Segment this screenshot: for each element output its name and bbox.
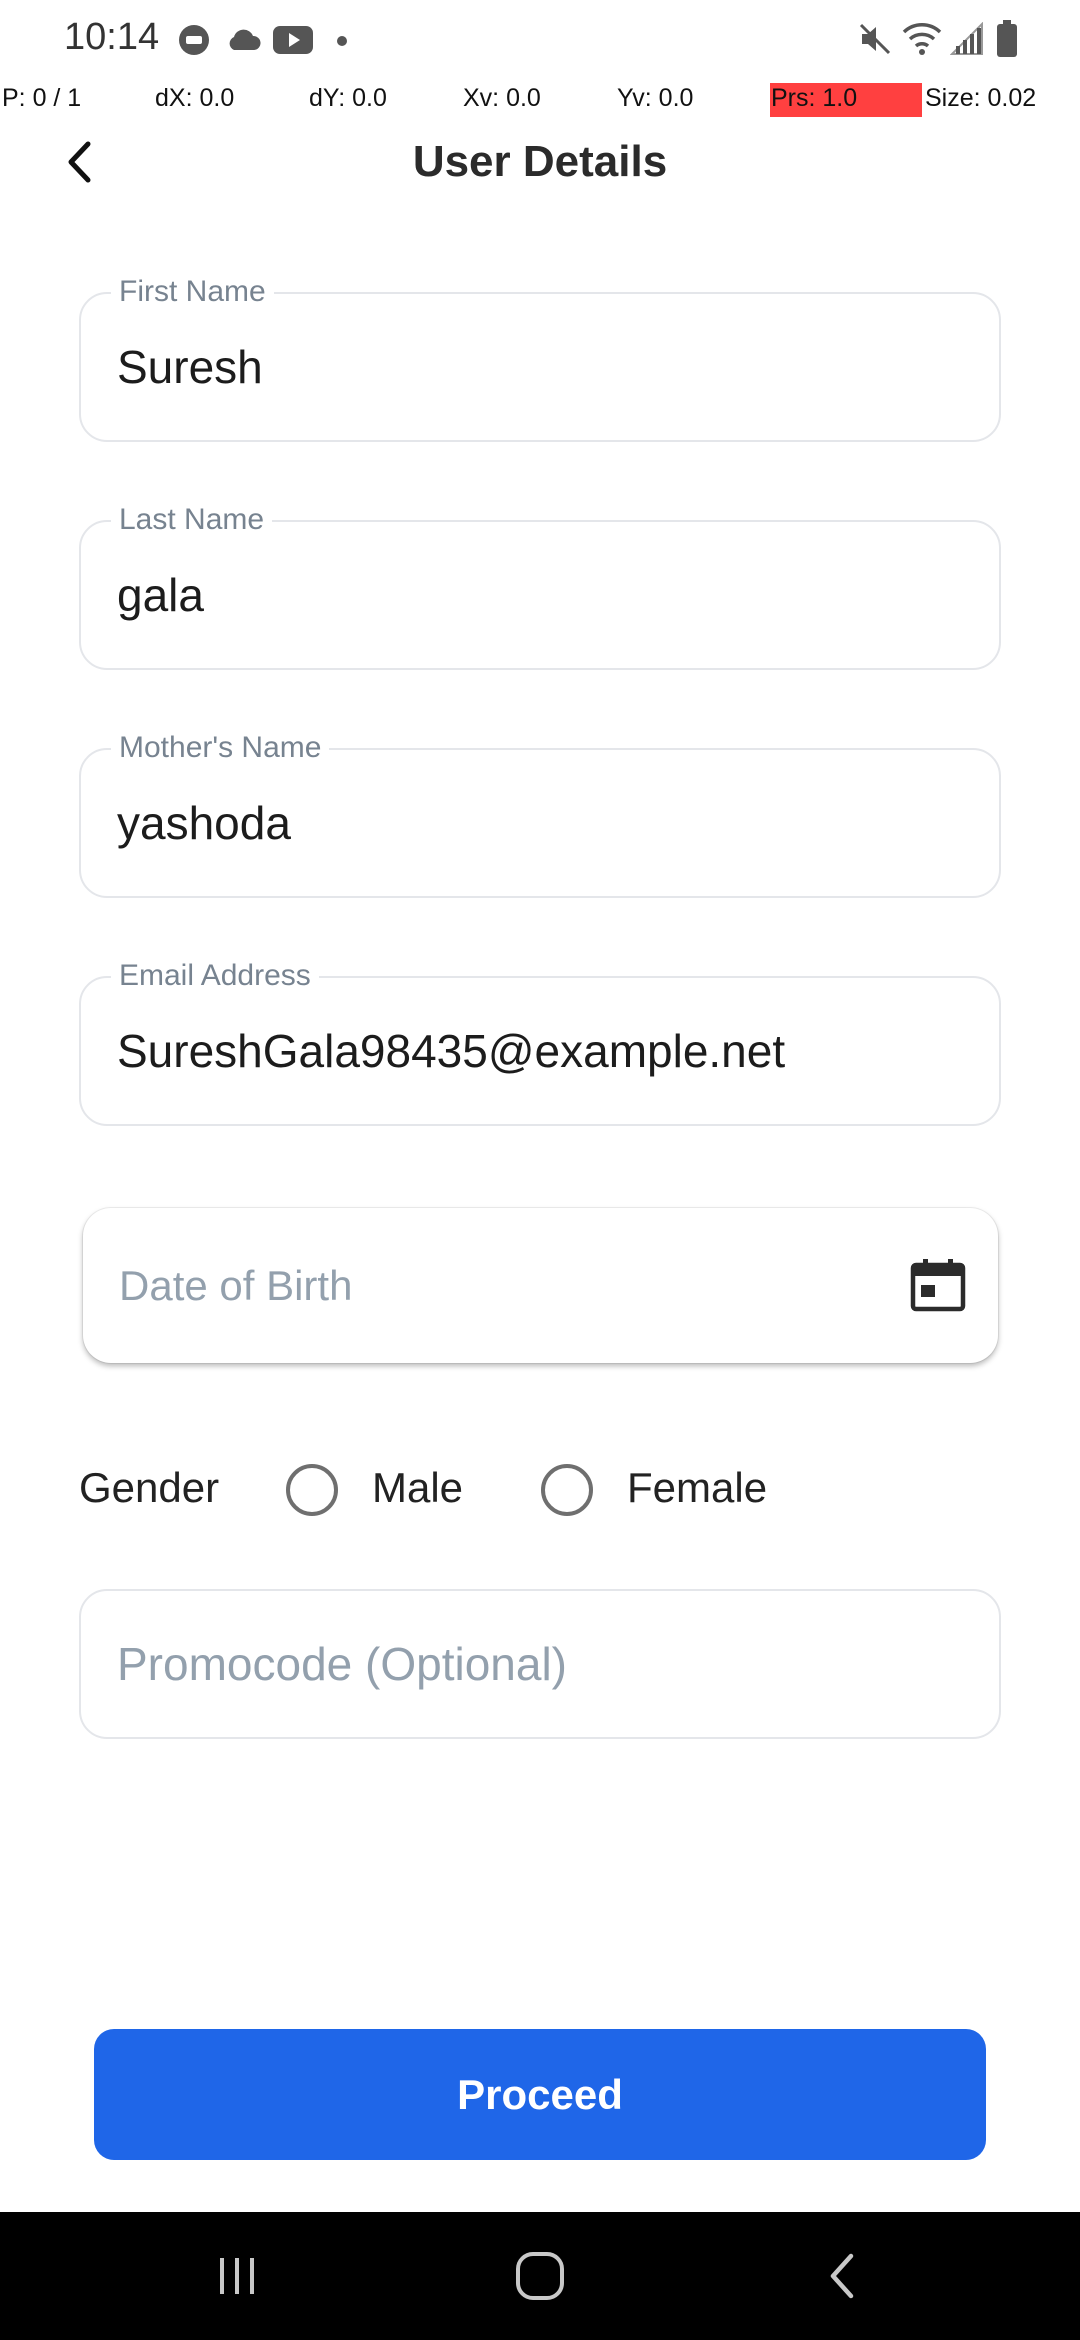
dot-icon: [336, 34, 348, 52]
recents-icon[interactable]: [212, 2248, 262, 2304]
mother-name-field[interactable]: Mother's Name yashoda: [79, 731, 1001, 898]
first-name-field[interactable]: First Name Suresh: [79, 275, 1001, 442]
gender-selector: Gender Male Female: [79, 1458, 1001, 1518]
mother-name-value[interactable]: yashoda: [117, 750, 957, 896]
first-name-value[interactable]: Suresh: [117, 294, 957, 440]
back-button[interactable]: [54, 132, 104, 192]
pointer-pressure: Prs: 1.0: [771, 84, 858, 112]
last-name-value[interactable]: gala: [117, 522, 957, 668]
email-value[interactable]: SureshGala98435@example.net: [117, 978, 957, 1124]
pointer-dy: dY: 0.0: [309, 84, 387, 112]
status-time: 10:14: [64, 16, 160, 58]
pointer-yv: Yv: 0.0: [617, 84, 694, 112]
pointer-dx: dX: 0.0: [155, 84, 235, 112]
gender-male-radio[interactable]: [286, 1464, 338, 1516]
promocode-field[interactable]: [79, 1589, 1001, 1739]
calendar-icon[interactable]: [910, 1258, 966, 1317]
pointer-xv: Xv: 0.0: [463, 84, 541, 112]
gender-label: Gender: [79, 1464, 220, 1511]
pointer-location-overlay: P: 0 / 1 dX: 0.0 dY: 0.0 Xv: 0.0 Yv: 0.0…: [0, 80, 1080, 120]
pointer-size: Size: 0.02: [925, 84, 1037, 112]
gender-male-label[interactable]: Male: [372, 1458, 463, 1518]
user-details-screen: 10:14 P: 0 / 1 dX: 0.0 dY: 0.0 Xv: 0.0 Y…: [0, 0, 1080, 2340]
date-of-birth-placeholder: Date of Birth: [119, 1261, 353, 1309]
proceed-button[interactable]: Proceed: [94, 2029, 986, 2160]
cloud-icon: [224, 28, 262, 57]
page-title: User Details: [412, 137, 668, 186]
date-of-birth-field[interactable]: Date of Birth: [83, 1208, 998, 1363]
youtube-icon: [273, 26, 313, 59]
email-field[interactable]: Email Address SureshGala98435@example.ne…: [79, 959, 1001, 1126]
system-nav-bar: [0, 2212, 1080, 2340]
status-bar: 10:14: [0, 0, 1080, 80]
home-icon[interactable]: [512, 2248, 568, 2304]
signal-icon: [949, 21, 984, 61]
battery-icon: [996, 20, 1018, 63]
paytm-icon: [178, 24, 210, 61]
promocode-input[interactable]: [117, 1591, 957, 1737]
gender-female-radio[interactable]: [541, 1464, 593, 1516]
chevron-left-icon: [68, 141, 91, 183]
gender-female-label[interactable]: Female: [627, 1458, 767, 1518]
pointer-count: P: 0 / 1: [2, 84, 82, 112]
last-name-field[interactable]: Last Name gala: [79, 503, 1001, 670]
mute-icon: [858, 22, 892, 61]
back-icon[interactable]: [822, 2248, 862, 2304]
wifi-icon: [902, 22, 942, 61]
